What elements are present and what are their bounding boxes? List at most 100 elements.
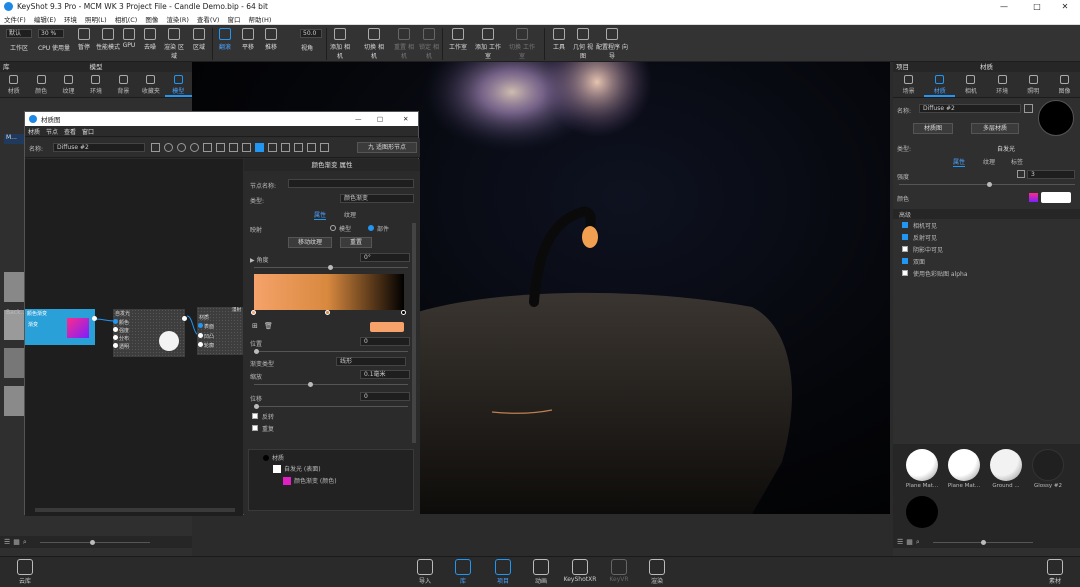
menu-window[interactable]: 窗口 (223, 14, 244, 24)
tab-material[interactable]: 材质 (924, 72, 956, 97)
tab-environments[interactable]: 环境 (82, 72, 109, 97)
tree-row-gradient[interactable]: 颜色渐变 (颜色) (283, 476, 337, 485)
color-swatch[interactable] (1041, 192, 1071, 203)
model-thumb[interactable] (4, 272, 24, 302)
repeat-checkbox[interactable] (252, 425, 258, 431)
tab-scene[interactable]: 场景 (893, 72, 924, 97)
library-material-item[interactable]: Glossy #2 (1027, 449, 1069, 489)
library-material-item[interactable]: Ground ... (985, 449, 1027, 489)
tab-favorites[interactable]: 收藏夹 (137, 72, 164, 97)
offset-slider[interactable] (254, 404, 408, 409)
maximize-button[interactable]: □ (1022, 0, 1052, 13)
subtab-properties[interactable]: 属性 (953, 157, 966, 167)
thumb-size-slider[interactable] (932, 539, 1033, 545)
gpu-button[interactable]: GPU (120, 27, 138, 49)
gradient-node[interactable]: 颜色渐变 渐变 (25, 309, 97, 345)
material-graph-button[interactable]: 材质图 (913, 123, 953, 134)
tree-row-material[interactable]: 材质 (263, 453, 284, 462)
layout-icon[interactable] (307, 143, 316, 152)
library-material-item[interactable] (901, 496, 943, 528)
layout-icon[interactable] (320, 143, 329, 152)
list-view-icon[interactable]: ☰ (4, 538, 10, 546)
dialog-menu-window[interactable]: 窗口 (79, 127, 97, 136)
map-part-radio[interactable] (368, 225, 374, 231)
offset-input[interactable]: 0 (360, 392, 410, 401)
model-thumb[interactable] (4, 348, 24, 378)
gradient-stop[interactable] (401, 310, 406, 315)
input-port[interactable] (198, 342, 203, 347)
tab-textures[interactable]: 纹理 (55, 72, 82, 97)
tab-properties[interactable]: 属性 (314, 210, 327, 220)
gradient-stop[interactable] (324, 310, 330, 315)
keyvr-button[interactable]: KeyVR (604, 559, 634, 583)
input-port[interactable] (113, 319, 118, 324)
gradient-stop[interactable] (251, 310, 256, 315)
node-name-input[interactable] (288, 179, 414, 188)
animation-button[interactable]: 动画 (526, 559, 556, 585)
menu-environment[interactable]: 环境 (60, 14, 81, 24)
advanced-section-header[interactable]: 高级 (893, 209, 1080, 219)
position-input[interactable]: 0 (360, 337, 410, 346)
stop-color-swatch[interactable] (370, 322, 404, 332)
output-port[interactable] (92, 316, 97, 321)
menu-file[interactable]: 文件(F) (0, 14, 30, 24)
gradient-bar[interactable] (254, 274, 404, 310)
subtab-texture[interactable]: 纹理 (983, 157, 995, 166)
fov-field[interactable]: 50.0 (300, 29, 322, 38)
pause-button[interactable]: 暂停 (74, 27, 94, 51)
gradient-type-select[interactable]: 线形 (336, 357, 406, 366)
input-port[interactable] (198, 333, 203, 338)
map-model-radio[interactable] (330, 225, 336, 231)
visible-to-camera-checkbox[interactable] (902, 222, 908, 228)
grid-view-icon[interactable]: ▦ (906, 538, 913, 546)
tab-materials[interactable]: 材质 (0, 72, 27, 97)
position-slider[interactable] (254, 349, 408, 354)
region-button[interactable]: 区域 (188, 27, 210, 51)
tab-models[interactable]: 模型 (164, 72, 192, 97)
menu-view[interactable]: 查看(V) (193, 14, 224, 24)
save-icon[interactable] (151, 143, 160, 152)
visible-in-reflections-checkbox[interactable] (902, 234, 908, 240)
thumb-size-slider[interactable] (39, 539, 150, 545)
menu-camera[interactable]: 相机(C) (111, 14, 142, 24)
scale-input[interactable]: 0.1毫米 (360, 370, 410, 379)
pan-button[interactable]: 平移 (238, 27, 258, 51)
link-texture-icon[interactable] (1017, 170, 1025, 178)
render-button[interactable]: 渲染 (642, 559, 672, 585)
menu-render[interactable]: 渲染(R) (162, 14, 193, 24)
perspective-button[interactable]: 视角 (292, 43, 322, 52)
workspace-select[interactable]: 默认 (6, 29, 32, 38)
tab-lighting[interactable]: 照明 (1018, 72, 1049, 97)
subtab-labels[interactable]: 标签 (1011, 157, 1023, 166)
workspace-button[interactable]: 工作区 (6, 43, 32, 52)
library-button[interactable]: 库 (448, 559, 478, 585)
tab-backplates[interactable]: 背景 (110, 72, 137, 97)
layout-icon[interactable] (268, 143, 277, 152)
grid-view-icon[interactable]: ▦ (13, 538, 20, 546)
library-material-item[interactable]: Plane Mat... (943, 449, 985, 489)
properties-scrollbar[interactable] (412, 223, 416, 443)
import-button[interactable]: 导入 (410, 559, 440, 585)
two-sided-checkbox[interactable] (902, 258, 908, 264)
visible-in-shadows-checkbox[interactable] (902, 246, 908, 252)
intensity-input[interactable]: 3 (1027, 170, 1075, 179)
angle-slider[interactable] (254, 265, 408, 270)
material-name-field[interactable]: Diffuse #2 (919, 104, 1021, 113)
dialog-menu-node[interactable]: 节点 (43, 127, 61, 136)
close-button[interactable]: ✕ (1050, 0, 1080, 13)
active-view-icon[interactable] (255, 143, 264, 152)
dialog-menu-material[interactable]: 材质 (25, 127, 43, 136)
tab-environment[interactable]: 环境 (987, 72, 1018, 97)
denoise-button[interactable]: 去噪 (140, 27, 160, 51)
scale-slider[interactable] (254, 382, 408, 387)
material-type-select[interactable]: 自发光 (997, 144, 1015, 153)
menu-edit[interactable]: 编辑(E) (30, 14, 60, 24)
use-color-alpha-checkbox[interactable] (902, 270, 908, 276)
tab-colors[interactable]: 颜色 (27, 72, 54, 97)
multi-material-button[interactable]: 多层材质 (971, 123, 1019, 134)
graph-scrollbar[interactable] (35, 508, 235, 512)
layout-icon[interactable] (281, 143, 290, 152)
project-button[interactable]: 项目 (488, 559, 518, 585)
layout-icon[interactable] (203, 143, 212, 152)
tab-texture[interactable]: 纹理 (344, 210, 356, 219)
